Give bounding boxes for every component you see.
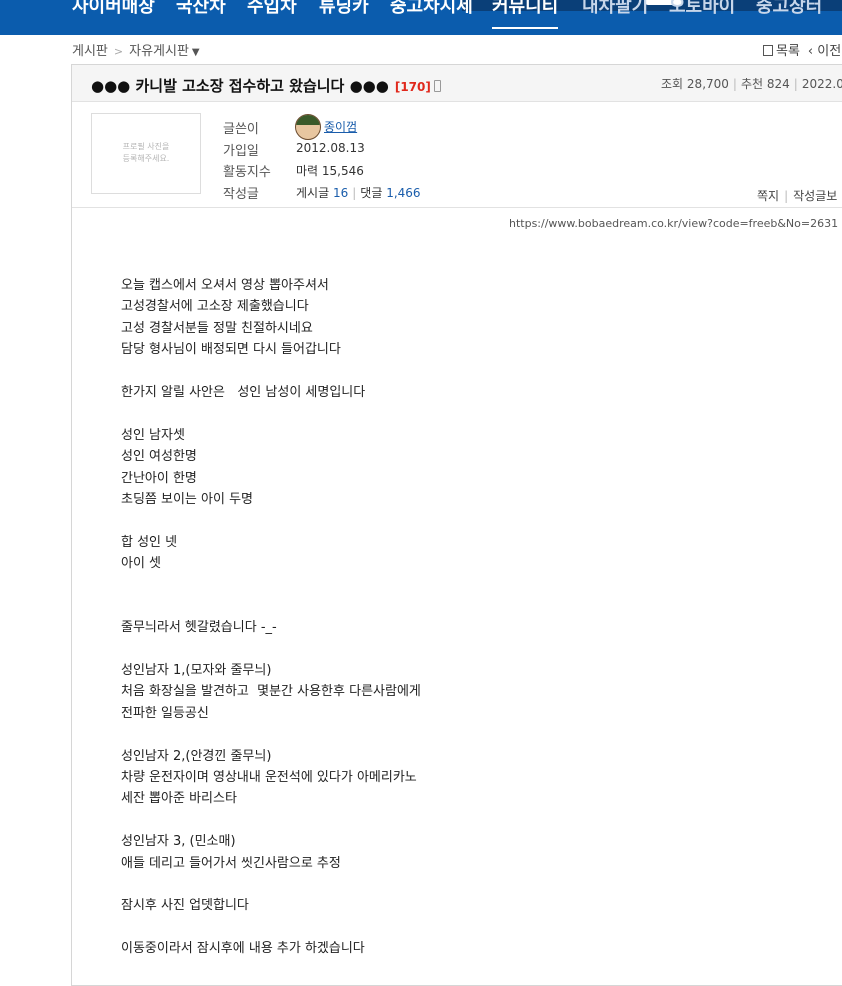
post-body-line: 고성 경찰서분들 정말 친절하시네요: [121, 320, 313, 336]
nav-item-imported-car[interactable]: 수입차: [247, 0, 297, 18]
nav-active-underline: [492, 27, 558, 29]
comments-text: 댓글: [360, 186, 383, 200]
post-body-line: 성인남자 3, (민소매): [121, 834, 236, 850]
post-body-line: [121, 510, 421, 531]
comment-count[interactable]: [170]: [395, 80, 431, 94]
post-body: 오늘 캡스에서 오셔서 영상 뽑아주셔서고성경찰서에 고소장 제출했습니다고성 …: [121, 275, 421, 960]
post-body-line: [121, 574, 421, 595]
nav-item-cyber-store[interactable]: 사이버매장: [72, 0, 155, 18]
nav-item-community[interactable]: 커뮤니티: [492, 0, 558, 18]
writer-label: 글쓴이: [223, 122, 259, 137]
post-body-line: [121, 917, 421, 938]
post-title-bar: ●●● 카니발 고소장 접수하고 왔습니다 ●●● [170] 조회 28,700…: [72, 65, 842, 102]
nav-item-tuning-car[interactable]: 튜닝카: [319, 0, 369, 18]
post-body-line: 차량 운전자이며 영상내내 운전석에 있다가 아메리카노: [121, 769, 417, 785]
posts-text: 게시글: [296, 186, 330, 200]
divider: [72, 207, 842, 208]
post-body-line: [121, 596, 421, 617]
joined-label: 가입일: [223, 144, 259, 159]
activity-label: 활동지수: [223, 165, 271, 180]
written-posts-link[interactable]: 작성글보: [793, 189, 837, 203]
post-body-line: 성인 여성한명: [121, 449, 197, 465]
breadcrumb-sub-board[interactable]: 자유게시판: [129, 44, 189, 59]
post-body-line: 담당 형사님이 배정되면 다시 들어갑니다: [121, 342, 341, 358]
post-body-line: 세잔 뽑아준 바리스타: [121, 791, 237, 807]
post-body-line: [121, 874, 421, 895]
post-body-line: 이동중이라서 잠시후에 내용 추가 하겠습니다: [121, 941, 365, 957]
recommend-count: 824: [766, 77, 790, 91]
post-body-line: 한가지 알릴 사안은 성인 남성이 세명입니다: [121, 384, 366, 400]
recommend-label: 추천: [740, 77, 764, 91]
posts-label: 작성글: [223, 187, 259, 202]
post-body-line: 잠시후 사진 업뎃합니다: [121, 898, 249, 914]
post-body-line: 애들 데리고 들어가서 씻긴사람으로 추정: [121, 855, 341, 871]
list-link[interactable]: 목록: [776, 44, 800, 59]
post-body-line: 아이 셋: [121, 556, 162, 572]
nav-item-domestic-car[interactable]: 국산차: [176, 0, 226, 18]
post-title-text: ●●● 카니발 고소장 접수하고 왔습니다 ●●●: [91, 77, 389, 95]
nav-item-used-market[interactable]: 중고장터: [756, 0, 822, 18]
message-link[interactable]: 쪽지: [757, 189, 779, 203]
views-label: 조회: [661, 77, 684, 91]
nav-item-motorcycle[interactable]: 오토바이: [669, 0, 735, 18]
nav-item-sell-car[interactable]: 내차팔기: [582, 0, 648, 18]
post-url[interactable]: https://www.bobaedream.co.kr/view?code=f…: [509, 217, 838, 230]
post-body-line: [121, 361, 421, 382]
post-body-line: [121, 724, 421, 745]
post-body-line: 초딩쯤 보이는 아이 두명: [121, 491, 253, 507]
post-body-line: 전파한 일등공신: [121, 705, 209, 721]
post-body-line: 고성경찰서에 고소장 제출했습니다: [121, 299, 309, 315]
post-counts: 게시글 16 | 댓글 1,466: [296, 186, 421, 200]
breadcrumb-board[interactable]: 게시판: [72, 44, 108, 59]
profile-placeholder-text: 프로필 사진을 등록해주세요.: [122, 142, 170, 163]
post-body-line: 성인남자 1,(모자와 줄무늬): [121, 663, 272, 679]
list-icon: [763, 45, 773, 56]
joined-date: 2012.08.13: [296, 141, 365, 155]
author-nickname[interactable]: 종이껌: [324, 118, 357, 135]
comments-count[interactable]: 1,466: [386, 186, 420, 200]
breadcrumb: 게시판 > 자유게시판 ▼: [72, 40, 200, 59]
post-body-line: 줄무늬라서 헷갈렸습니다 -_-: [121, 620, 277, 636]
post-stats: 조회 28,700|추천 824|2022.06.: [661, 75, 842, 92]
posts-count[interactable]: 16: [333, 186, 348, 200]
top-right-links: 목록 ‹ 이전: [763, 40, 841, 59]
views-count: 28,700: [686, 77, 729, 91]
mobile-icon: [433, 80, 441, 92]
post-body-line: 성인남자 2,(안경낀 줄무늬): [121, 748, 272, 764]
activity-value: 마력 15,546: [296, 164, 364, 178]
author-action-links: 쪽지 | 작성글보: [757, 189, 838, 203]
nav-item-used-car-price[interactable]: 중고차시세: [390, 0, 473, 18]
post-body-line: 오늘 캡스에서 오셔서 영상 뽑아주셔서: [121, 278, 329, 293]
post-body-line: [121, 639, 421, 660]
post-title: ●●● 카니발 고소장 접수하고 왔습니다 ●●● [170]: [91, 75, 441, 96]
post-body-line: 성인 남자셋: [121, 427, 185, 443]
post-body-line: [121, 810, 421, 831]
post-body-line: 간난아이 한명: [121, 470, 197, 486]
chevron-right-icon: >: [113, 45, 124, 58]
post-date: 2022.06.: [801, 77, 842, 91]
post-body-line: [121, 403, 421, 424]
caret-down-icon[interactable]: ▼: [192, 47, 200, 58]
post-container: ●●● 카니발 고소장 접수하고 왔습니다 ●●● [170] 조회 28,700…: [71, 64, 842, 986]
avatar[interactable]: [295, 114, 321, 140]
profile-image-placeholder: 프로필 사진을 등록해주세요.: [91, 113, 201, 194]
prev-link[interactable]: ‹ 이전: [808, 44, 841, 59]
post-body-line: 합 성인 넷: [121, 534, 178, 550]
post-body-line: 처음 화장실을 발견하고 몇분간 사용한후 다른사람에게: [121, 684, 421, 700]
top-navigation: 사이버매장 국산차 수입차 튜닝카 중고차시세 커뮤니티 내차팔기 오토바이 중…: [0, 0, 842, 35]
